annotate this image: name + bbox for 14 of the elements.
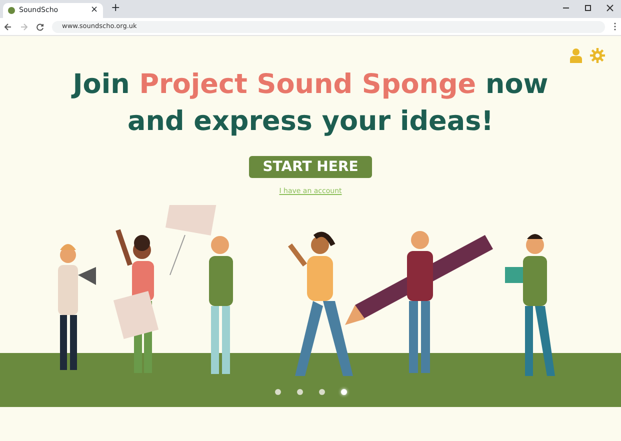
back-icon[interactable] bbox=[4, 22, 12, 30]
maximize-icon[interactable] bbox=[584, 4, 592, 12]
headline: and express your ideas! bbox=[128, 105, 494, 139]
reload-icon[interactable] bbox=[36, 22, 44, 30]
new-tab-button[interactable]: + bbox=[111, 0, 120, 16]
settings-icon[interactable] bbox=[590, 48, 605, 63]
menu-icon[interactable] bbox=[613, 22, 617, 31]
user-icon[interactable] bbox=[570, 48, 582, 63]
start-button[interactable]: START HERE bbox=[248, 156, 372, 178]
close-tab-button[interactable]: × bbox=[90, 4, 98, 18]
site-icon bbox=[8, 7, 15, 14]
close-icon[interactable] bbox=[606, 4, 614, 12]
forward-icon[interactable] bbox=[20, 22, 28, 30]
headline: Join Project Sound Sponge now bbox=[72, 68, 548, 102]
